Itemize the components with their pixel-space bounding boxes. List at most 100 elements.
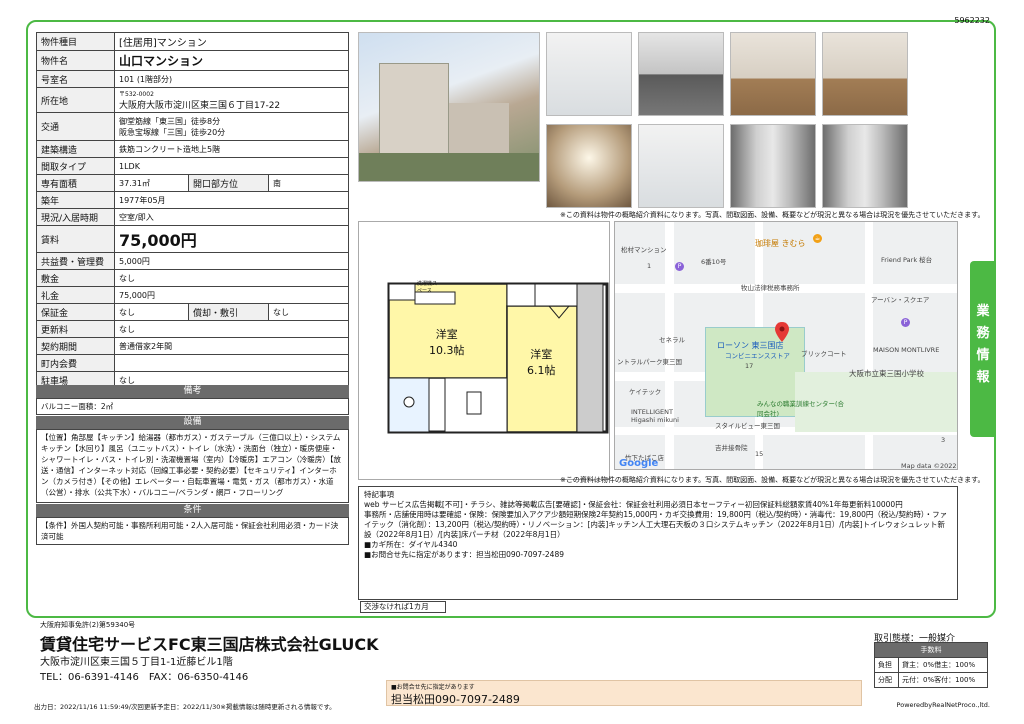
entrance-photo bbox=[822, 124, 908, 208]
transit-2: 阪急宝塚線「三国」徒歩20分 bbox=[119, 127, 226, 137]
label-built: 築年 bbox=[36, 191, 115, 209]
value-hosho: なし bbox=[114, 303, 189, 321]
value-structure: 鉄筋コンクリート造地上5階 bbox=[114, 140, 349, 158]
room2-label: 洋室 6.1帖 bbox=[527, 346, 556, 378]
value-town bbox=[114, 354, 349, 372]
contact-person: 担当松田090-7097-2489 bbox=[391, 693, 520, 706]
value-common: 5,000円 bbox=[114, 252, 349, 270]
photo-note: ※この資料は物件の概略紹介資料になります。写真、間取図面、設備、概要などが現況と… bbox=[560, 211, 985, 219]
split-value: 元付：0%客付：100% bbox=[898, 672, 988, 688]
tab-char-1: 務 bbox=[976, 326, 990, 341]
company-address: 大阪市淀川区東三国５丁目1-1近藤ビル1階 bbox=[40, 657, 233, 668]
parking-icon: P bbox=[901, 318, 910, 327]
building-photo bbox=[358, 32, 540, 182]
value-type: [住居用]マンション bbox=[114, 32, 349, 51]
value-layout: 1LDK bbox=[114, 157, 349, 175]
label-direction: 開口部方位 bbox=[188, 174, 269, 192]
contact-box: ■お問合せ先に指定があります 担当松田090-7097-2489 bbox=[386, 680, 862, 706]
bedroom-photo bbox=[822, 32, 908, 116]
value-transit: 御堂筋線「東三国」徒歩8分 阪急宝塚線「三国」徒歩20分 bbox=[114, 112, 349, 141]
special-line-3: ■お問合せ先に指定があります：担当松田090-7097-2489 bbox=[364, 550, 564, 559]
equipment-header: 設備 bbox=[36, 416, 349, 429]
tab-char-3: 報 bbox=[976, 370, 990, 385]
value-shokyaku: なし bbox=[268, 303, 349, 321]
business-info-tab[interactable]: 業 務 情 報 bbox=[970, 261, 996, 437]
label-name: 物件名 bbox=[36, 50, 115, 71]
property-pin-icon[interactable] bbox=[775, 322, 789, 342]
parking-icon: P bbox=[675, 262, 684, 271]
map-label-9: ブリックコート bbox=[801, 350, 847, 358]
value-direction: 南 bbox=[268, 174, 349, 192]
remarks-body: バルコニー面積：2㎡ bbox=[36, 398, 349, 415]
label-transit: 交通 bbox=[36, 112, 115, 141]
value-area: 37.31㎡ bbox=[114, 174, 189, 192]
area-map[interactable]: 松村マンション 珈琲屋 きむら Friend Park 桜台 6番10号 牧山法… bbox=[614, 221, 958, 470]
property-info-table: 物件種目 [住居用]マンション 物件名 山口マンション 号室名 101 (1階部分) … bbox=[36, 32, 349, 389]
kitchen-photo bbox=[638, 32, 724, 116]
tab-char-0: 業 bbox=[976, 304, 990, 319]
toilet-photo bbox=[546, 32, 632, 116]
room1-size: 10.3帖 bbox=[429, 344, 465, 357]
value-address: 〒532-0002 大阪府大阪市淀川区東三国６丁目17-22 bbox=[114, 87, 349, 113]
special-line-0: web サービス広告掲載[不可]・チラシ、雑誌等掲載広告[要確認]・保証会社：保… bbox=[364, 500, 903, 509]
map-label-2: Friend Park 桜台 bbox=[881, 256, 933, 264]
map-label-1: 珈琲屋 きむら bbox=[755, 239, 806, 248]
output-date: 出力日：2022/11/16 11:59:49/次回更新予定日：2022/11/… bbox=[34, 703, 336, 711]
label-rent: 賃料 bbox=[36, 225, 115, 253]
value-rei: 75,000円 bbox=[114, 286, 349, 304]
room2-name: 洋室 bbox=[530, 348, 553, 361]
document-id: 5962232 bbox=[954, 16, 990, 25]
address-text: 大阪府大阪市淀川区東三国６丁目17-22 bbox=[119, 101, 281, 111]
company-name: 賃貸住宅サービスFC東三国店株式会社GLUCK bbox=[40, 635, 379, 654]
map-label-21: 1 bbox=[647, 262, 652, 270]
label-room: 号室名 bbox=[36, 70, 115, 88]
label-renew: 更新料 bbox=[36, 320, 115, 338]
washroom-photo bbox=[638, 124, 724, 208]
map-copyright: Map data ©2022 bbox=[901, 462, 957, 470]
label-shiki: 敷金 bbox=[36, 269, 115, 287]
label-contract: 契約期間 bbox=[36, 337, 115, 355]
company-phone: TEL：06-6391-4146 FAX：06-6350-4146 bbox=[40, 672, 249, 683]
company-license: 大阪府知事免許(2)第59340号 bbox=[40, 621, 136, 629]
special-line-2: ■カギ所在：ダイヤル4340 bbox=[364, 540, 458, 549]
map-label-12: 大阪市立東三国小学校 bbox=[849, 369, 924, 378]
label-type: 物件種目 bbox=[36, 32, 115, 51]
fee-title: 手数料 bbox=[874, 642, 988, 658]
map-label-3: 6番10号 bbox=[701, 258, 727, 266]
label-status: 現況/入居時期 bbox=[36, 208, 115, 226]
map-label-4: 牧山法律税務事務所 bbox=[741, 284, 800, 292]
transit-1: 御堂筋線「東三国」徒歩8分 bbox=[119, 116, 221, 126]
map-label-14: みんなの職業訓練センター(合同会社) bbox=[757, 400, 845, 418]
equipment-body: 【位置】角部屋【キッチン】給湯器（都市ガス）・ガステーブル（三億口以上）・システ… bbox=[36, 429, 349, 503]
label-town: 町内会費 bbox=[36, 354, 115, 372]
floor-plan: 洗濯機スペース 洋室 10.3帖 洋室 6.1帖 bbox=[358, 221, 610, 480]
map-label-8: コンビニエンスストア bbox=[725, 352, 790, 360]
powered-by: PoweredbyRealNetProco.,ltd. bbox=[896, 701, 990, 709]
room1-label: 洋室 10.3帖 bbox=[429, 326, 465, 358]
value-contract: 普通借家2年間 bbox=[114, 337, 349, 355]
map-label-10: MAISON MONTLIVRE bbox=[873, 346, 940, 354]
value-status: 空室/即入 bbox=[114, 208, 349, 226]
map-note: ※この資料は物件の概略紹介資料になります。写真、間取図面、設備、概要などが現況と… bbox=[560, 476, 985, 484]
map-label-0: 松村マンション bbox=[621, 246, 667, 254]
fee-table: 手数料 負担 貸主：0%借主：100% 分配 元付：0%客付：100% bbox=[874, 642, 988, 688]
zip-code: 〒532-0002 bbox=[119, 91, 154, 98]
living-room-photo bbox=[730, 32, 816, 116]
cafe-icon: ☕ bbox=[813, 234, 822, 243]
conditions-header: 条件 bbox=[36, 504, 349, 517]
map-label-19: 17 bbox=[745, 362, 754, 370]
special-notes: 特記事項 web サービス広告掲載[不可]・チラシ、雑誌等掲載広告[要確認]・保… bbox=[358, 486, 958, 600]
label-hosho: 保証金 bbox=[36, 303, 115, 321]
label-area: 専有面積 bbox=[36, 174, 115, 192]
label-layout: 間取タイプ bbox=[36, 157, 115, 175]
label-common: 共益費・管理費 bbox=[36, 252, 115, 270]
burden-label: 負担 bbox=[874, 657, 899, 673]
map-label-6: セネラル bbox=[659, 336, 685, 344]
hallway-photo bbox=[730, 124, 816, 208]
window-photo bbox=[546, 124, 632, 208]
map-label-15: INTELLIGENT Higashi mikuni bbox=[631, 408, 679, 424]
negotiation-note: 交渉なければ1カ月 bbox=[360, 601, 446, 613]
label-shokyaku: 償却・敷引 bbox=[188, 303, 269, 321]
value-renew: なし bbox=[114, 320, 349, 338]
value-built: 1977年05月 bbox=[114, 191, 349, 209]
